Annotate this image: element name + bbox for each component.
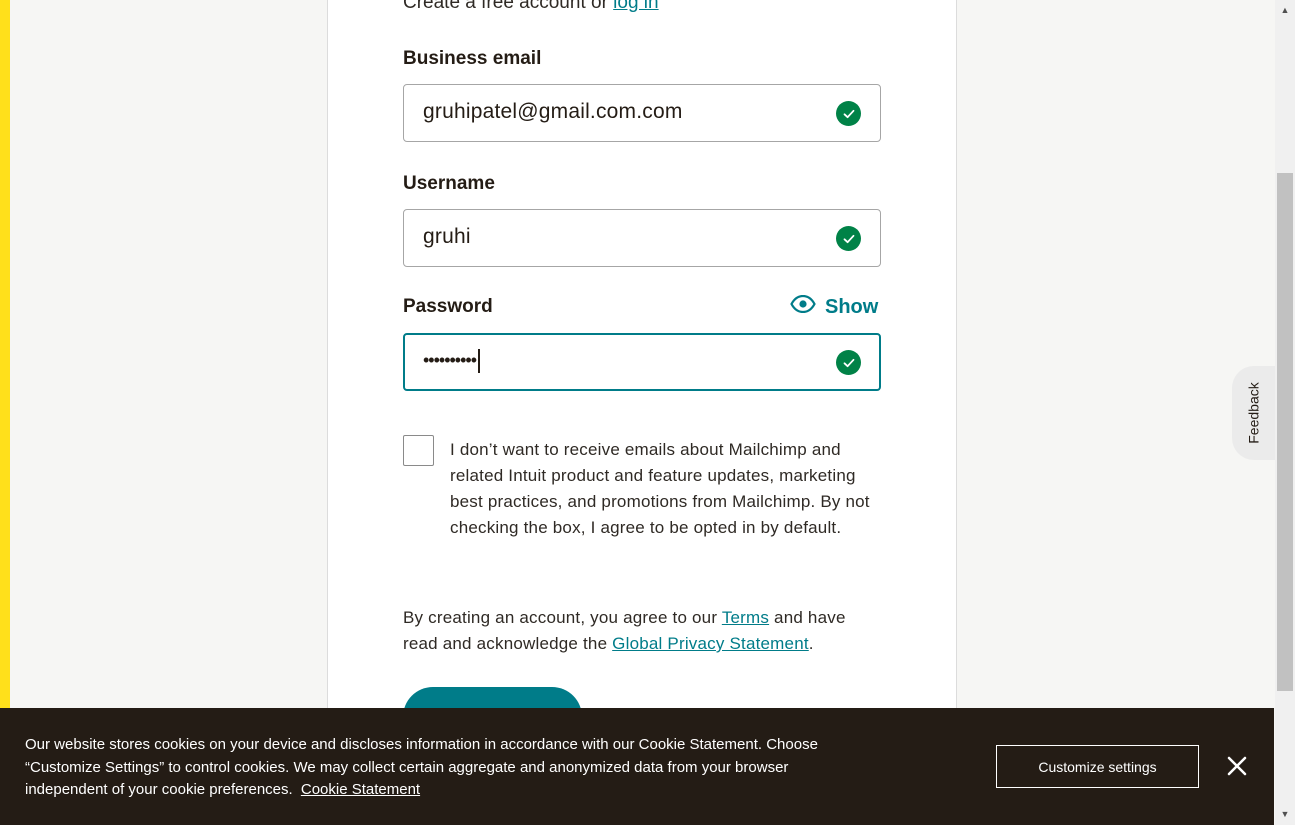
privacy-statement-link[interactable]: Global Privacy Statement [612, 634, 809, 653]
scroll-down-arrow-icon[interactable]: ▼ [1275, 806, 1295, 822]
username-label: Username [403, 173, 495, 194]
cookie-statement-link[interactable]: Cookie Statement [301, 781, 420, 798]
username-value: gruhi [423, 225, 471, 248]
feedback-label: Feedback [1245, 382, 1262, 444]
email-label: Business email [403, 48, 542, 69]
show-password-label: Show [825, 295, 879, 318]
marketing-opt-out-label: I don’t want to receive emails about Mai… [450, 440, 870, 537]
customize-settings-button[interactable]: Customize settings [996, 745, 1199, 788]
login-link[interactable]: log in [613, 0, 658, 13]
close-icon[interactable] [1224, 753, 1250, 779]
cookie-text: Our website stores cookies on your devic… [25, 736, 818, 798]
terms-link[interactable]: Terms [722, 608, 769, 627]
email-field[interactable]: gruhipatel@gmail.com.com [403, 84, 881, 142]
feedback-tab[interactable]: Feedback [1232, 366, 1275, 460]
intro-line: Create a free account or log in [403, 0, 659, 14]
username-field[interactable]: gruhi [403, 209, 881, 267]
show-password-button[interactable]: Show [790, 294, 878, 320]
scroll-up-arrow-icon[interactable]: ▲ [1275, 2, 1295, 18]
legal-notice: By creating an account, you agree to our… [403, 608, 846, 653]
cookie-message: Our website stores cookies on your devic… [25, 734, 865, 802]
cookie-banner: Our website stores cookies on your devic… [0, 708, 1274, 825]
brand-yellow-strip [0, 0, 10, 825]
password-label: Password [403, 296, 493, 317]
eye-icon [790, 294, 816, 319]
email-value: gruhipatel@gmail.com.com [423, 100, 683, 123]
marketing-opt-out-checkbox[interactable] [403, 435, 434, 466]
password-value: •••••••••• [423, 349, 480, 373]
intro-text: Create a free account or [403, 0, 608, 13]
check-circle-icon [836, 226, 861, 251]
check-circle-icon [836, 350, 861, 375]
check-circle-icon [836, 101, 861, 126]
scrollbar-thumb[interactable] [1277, 173, 1293, 691]
password-field[interactable]: •••••••••• [403, 333, 881, 391]
